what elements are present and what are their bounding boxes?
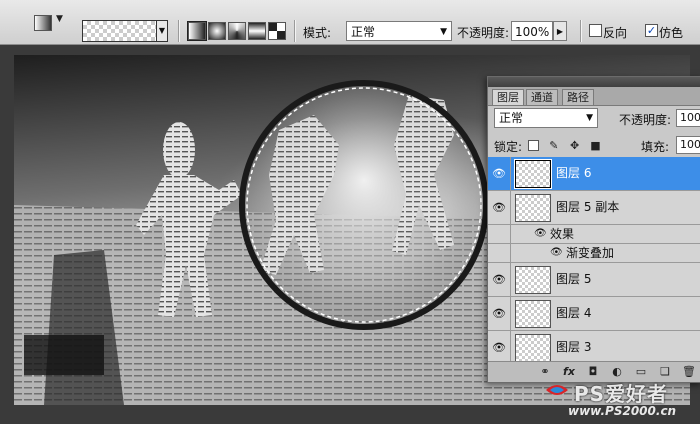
layer-name: 图层 5 bbox=[556, 272, 592, 286]
reflected-gradient-button[interactable] bbox=[248, 22, 266, 40]
mode-label: 模式: bbox=[303, 26, 332, 40]
link-layers-icon[interactable]: ⚭ bbox=[538, 365, 552, 378]
visibility-eye-icon bbox=[488, 225, 511, 243]
blend-mode-select[interactable]: 正常 ▼ bbox=[494, 108, 598, 128]
lock-pixels-brush-icon[interactable]: ✎ bbox=[548, 140, 560, 152]
linear-gradient-button[interactable] bbox=[187, 21, 207, 41]
magnifier-lens bbox=[239, 80, 489, 330]
layer-row[interactable]: 👁 图层 3 bbox=[488, 331, 700, 365]
chevron-down-icon: ▼ bbox=[440, 27, 447, 37]
panel-opacity-input[interactable]: 100 bbox=[676, 109, 700, 127]
chevron-down-icon: ▼ bbox=[586, 113, 593, 123]
blend-mode-value: 正常 bbox=[499, 111, 524, 125]
options-bar: ▼ ▼ 模式: 正常 ▼ 不透明度: 100% ▶ 反向 ✓ 仿色 bbox=[0, 0, 700, 45]
layer-thumbnail bbox=[515, 194, 551, 222]
effect-name: 渐变叠加 bbox=[566, 246, 615, 260]
tab-paths[interactable]: 路径 bbox=[562, 89, 594, 105]
layer-name: 图层 5 副本 bbox=[556, 200, 620, 214]
watermark-brand: PS爱好者 bbox=[574, 382, 669, 406]
layer-name: 图层 6 bbox=[556, 166, 592, 180]
effects-label: 效果 bbox=[550, 227, 575, 241]
lock-label: 锁定: bbox=[494, 140, 523, 154]
opacity-label: 不透明度: bbox=[457, 26, 510, 40]
visibility-eye-icon[interactable]: 👁 bbox=[488, 191, 511, 224]
effect-eye-icon[interactable]: 👁 bbox=[550, 244, 563, 262]
dither-label: 仿色 bbox=[659, 26, 684, 40]
layer-row[interactable]: 👁 图层 5 bbox=[488, 263, 700, 297]
opacity-stepper[interactable]: ▶ bbox=[553, 21, 567, 41]
chevron-down-icon[interactable]: ▼ bbox=[156, 21, 167, 41]
radial-gradient-button[interactable] bbox=[208, 22, 226, 40]
lock-controls: ✎ ✥ ■ bbox=[528, 138, 606, 152]
effects-row[interactable]: 👁 效果 bbox=[488, 225, 700, 244]
gradient-picker[interactable]: ▼ bbox=[82, 20, 168, 42]
watermark-url: www.PS2000.cn bbox=[568, 404, 677, 418]
tool-preset-picker[interactable]: ▼ bbox=[30, 12, 68, 34]
divider bbox=[580, 20, 582, 42]
visibility-eye-icon[interactable]: 👁 bbox=[488, 297, 511, 330]
reverse-checkbox[interactable] bbox=[589, 24, 602, 37]
layer-name: 图层 4 bbox=[556, 306, 592, 320]
panel-opacity-label: 不透明度: bbox=[619, 113, 672, 127]
visibility-eye-icon bbox=[488, 244, 511, 262]
watermark: PS爱好者 www.PS2000.cn bbox=[540, 378, 700, 424]
layer-thumbnail bbox=[515, 300, 551, 328]
angle-gradient-button[interactable] bbox=[228, 22, 246, 40]
newspaper-headline-block bbox=[24, 335, 104, 375]
reverse-label: 反向 bbox=[603, 26, 628, 40]
effect-row-gradient-overlay[interactable]: 👁 渐变叠加 bbox=[488, 244, 700, 263]
divider bbox=[178, 20, 180, 42]
layer-row[interactable]: 👁 图层 6 bbox=[488, 157, 700, 191]
fx-icon[interactable]: fx bbox=[562, 365, 576, 378]
tab-channels[interactable]: 通道 bbox=[526, 89, 558, 105]
adjustment-layer-icon[interactable]: ◐ bbox=[610, 365, 624, 378]
delete-layer-icon[interactable]: 🗑 bbox=[682, 365, 696, 378]
panel-titlebar[interactable] bbox=[488, 77, 700, 87]
fill-label: 填充: bbox=[641, 140, 670, 154]
mode-value: 正常 bbox=[351, 25, 376, 39]
brand-logo-icon bbox=[546, 385, 568, 395]
effects-eye-icon[interactable]: 👁 bbox=[534, 225, 547, 243]
gradient-tool-icon bbox=[34, 15, 52, 31]
mode-select[interactable]: 正常 ▼ bbox=[346, 21, 452, 41]
layers-panel: 图层 通道 路径 正常 ▼ 不透明度: 100 锁定: ✎ ✥ ■ 填充: 10… bbox=[487, 76, 700, 383]
layer-row[interactable]: 👁 图层 4 bbox=[488, 297, 700, 331]
lock-all-padlock-icon[interactable]: ■ bbox=[589, 140, 601, 152]
layer-thumbnail bbox=[515, 160, 551, 188]
panel-tabs: 图层 通道 路径 bbox=[488, 87, 700, 106]
layer-row[interactable]: 👁 图层 5 副本 bbox=[488, 191, 700, 225]
chevron-down-icon: ▼ bbox=[56, 14, 63, 24]
layer-thumbnail bbox=[515, 334, 551, 362]
add-mask-icon[interactable]: ◘ bbox=[586, 365, 600, 378]
new-group-folder-icon[interactable]: ▭ bbox=[634, 365, 648, 378]
visibility-eye-icon[interactable]: 👁 bbox=[488, 157, 511, 190]
opacity-input[interactable]: 100% bbox=[511, 21, 553, 41]
divider bbox=[294, 20, 296, 42]
lock-position-move-icon[interactable]: ✥ bbox=[569, 140, 581, 152]
layer-thumbnail bbox=[515, 266, 551, 294]
layer-name: 图层 3 bbox=[556, 340, 592, 354]
new-layer-icon[interactable]: ❏ bbox=[658, 365, 672, 378]
dither-checkbox[interactable]: ✓ bbox=[645, 24, 658, 37]
visibility-eye-icon[interactable]: 👁 bbox=[488, 331, 511, 364]
tab-layers[interactable]: 图层 bbox=[492, 89, 524, 105]
visibility-eye-icon[interactable]: 👁 bbox=[488, 263, 511, 296]
lock-transparency-icon[interactable] bbox=[528, 140, 539, 151]
diamond-gradient-button[interactable] bbox=[268, 22, 286, 40]
fill-input[interactable]: 100 bbox=[676, 136, 700, 154]
